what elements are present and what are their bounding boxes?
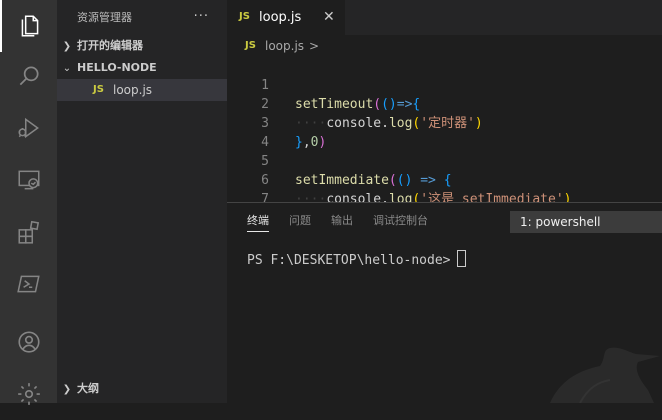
- chevron-down-icon: ⌄: [62, 63, 72, 74]
- tab-debug-console[interactable]: 调试控制台: [373, 203, 428, 239]
- explorer-icon[interactable]: [0, 0, 57, 52]
- breadcrumb-separator: >: [309, 39, 320, 53]
- js-file-icon: JS: [245, 40, 256, 51]
- code-line: 3 },0): [227, 95, 662, 150]
- tab-output[interactable]: 输出: [331, 203, 353, 239]
- goose-watermark-icon: [550, 347, 660, 403]
- tab-terminal[interactable]: 终端: [247, 203, 269, 239]
- terminal-cursor: [456, 250, 466, 267]
- code-line: 8: [227, 190, 662, 202]
- chevron-right-icon: ❯: [62, 384, 72, 395]
- tab-loop-js[interactable]: JS loop.js ✕: [227, 0, 345, 35]
- code-editor[interactable]: 1 setTimeout(()=>{ 2 ····console.log('定时…: [227, 57, 662, 202]
- folder-section[interactable]: ⌄ HELLO-NODE: [57, 57, 227, 79]
- code-line: 4: [227, 114, 662, 150]
- settings-gear-icon[interactable]: [0, 368, 57, 420]
- tab-label: loop.js: [259, 10, 302, 25]
- powershell-icon[interactable]: [0, 258, 57, 310]
- code-line: 6 ····console.log('这是 setImmediate'): [227, 152, 662, 202]
- run-debug-icon[interactable]: [0, 102, 57, 154]
- code-line: 7 }): [227, 171, 662, 202]
- explorer-sidebar: 资源管理器 ··· ❯ 打开的编辑器 ⌄ HELLO-NODE JS loop.js…: [57, 0, 227, 403]
- close-icon[interactable]: ✕: [323, 0, 335, 35]
- terminal-prompt: PS F:\DESKETOP\hello-node>: [247, 253, 451, 268]
- file-name: loop.js: [113, 83, 153, 97]
- code-line: 2 ····console.log('定时器'): [227, 76, 662, 131]
- outline-label: 大纲: [77, 382, 99, 395]
- breadcrumb-file[interactable]: loop.js: [265, 35, 304, 57]
- tab-problems[interactable]: 问题: [289, 203, 311, 239]
- account-icon[interactable]: [0, 316, 57, 368]
- activity-bar: [0, 0, 57, 405]
- extensions-icon[interactable]: [0, 206, 57, 258]
- file-item-loop-js[interactable]: JS loop.js: [57, 79, 227, 101]
- more-actions-icon[interactable]: ···: [194, 0, 209, 36]
- code-line: 1 setTimeout(()=>{: [227, 57, 662, 112]
- open-editors-section[interactable]: ❯ 打开的编辑器: [57, 35, 227, 57]
- terminal-select[interactable]: 1: powershell: [510, 211, 662, 233]
- explorer-title: 资源管理器: [77, 11, 132, 24]
- breadcrumb: JS loop.js >: [227, 35, 662, 57]
- js-file-icon: JS: [93, 84, 104, 95]
- terminal-output[interactable]: PS F:\DESKETOP\hello-node>: [247, 250, 466, 268]
- code-line: 5 setImmediate(() => {: [227, 133, 662, 188]
- outline-section[interactable]: ❯ 大纲: [57, 378, 227, 400]
- folder-label: HELLO-NODE: [77, 61, 157, 74]
- chevron-right-icon: ❯: [62, 41, 72, 52]
- search-icon[interactable]: [0, 50, 57, 102]
- js-file-icon: JS: [239, 11, 250, 22]
- open-editors-label: 打开的编辑器: [77, 39, 143, 52]
- editor-tab-bar: JS loop.js ✕: [227, 0, 662, 35]
- remote-explorer-icon[interactable]: [0, 154, 57, 206]
